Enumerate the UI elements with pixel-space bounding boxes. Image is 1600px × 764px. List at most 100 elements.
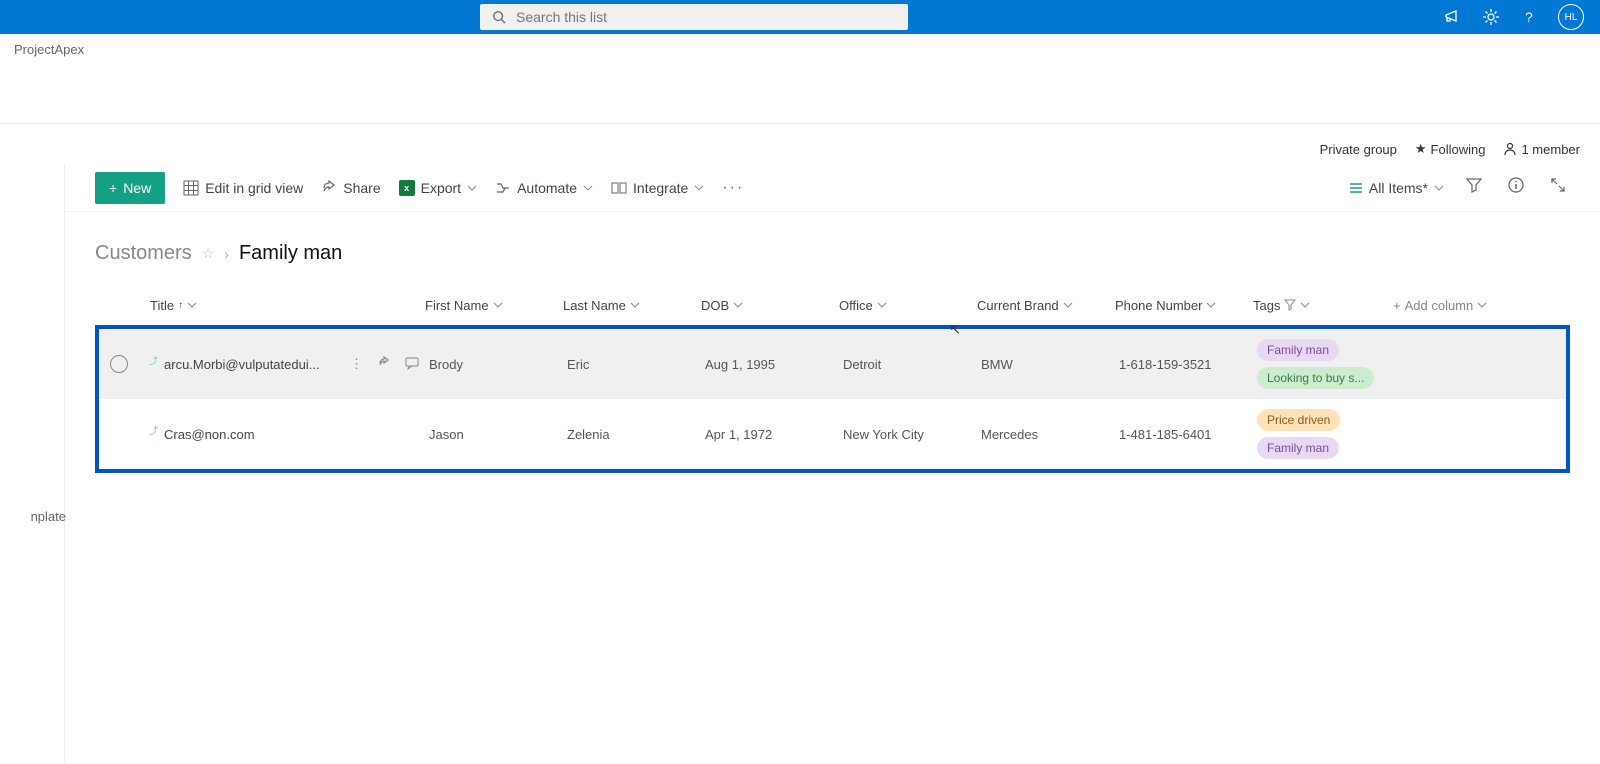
filter-icon: [1466, 177, 1482, 193]
private-group-label: Private group: [1320, 142, 1397, 157]
cell-office: New York City: [843, 399, 981, 469]
tag-pill[interactable]: Price driven: [1257, 409, 1340, 431]
chevron-down-icon: [467, 183, 477, 193]
chevron-down-icon: [694, 183, 704, 193]
svg-text:?: ?: [1525, 9, 1533, 25]
column-header-brand[interactable]: Current Brand: [977, 298, 1115, 313]
chevron-down-icon: [630, 300, 640, 310]
add-column-button[interactable]: + Add column: [1393, 298, 1570, 313]
more-row-actions[interactable]: ⋮: [350, 356, 363, 373]
table-header: Title ↑ First Name Last Name DOB O: [95, 285, 1570, 325]
info-icon: [1508, 177, 1524, 193]
cell-phone: 1-618-159-3521: [1119, 329, 1257, 399]
help-icon[interactable]: ?: [1520, 8, 1538, 26]
cell-last-name: Zelenia: [567, 399, 705, 469]
column-header-dob[interactable]: DOB: [701, 298, 839, 313]
column-header-first-name[interactable]: First Name: [425, 298, 563, 313]
comment-icon[interactable]: [405, 356, 419, 373]
search-icon: [492, 10, 506, 24]
column-header-office[interactable]: Office: [839, 298, 977, 313]
expand-icon: [1550, 177, 1566, 193]
plus-icon: +: [109, 180, 117, 196]
column-header-last-name[interactable]: Last Name: [563, 298, 701, 313]
cell-title[interactable]: ⤴ arcu.Morbi@vulputatedui... ⋮: [139, 329, 429, 399]
list-lines-icon: [1349, 181, 1363, 195]
cell-brand: BMW: [981, 329, 1119, 399]
chevron-down-icon: [1477, 300, 1487, 310]
new-button[interactable]: + New: [95, 172, 165, 204]
filter-button[interactable]: [1462, 173, 1486, 202]
row-select[interactable]: [110, 355, 128, 373]
cell-last-name: Eric: [567, 329, 705, 399]
cell-first-name: Jason: [429, 399, 567, 469]
edit-grid-button[interactable]: Edit in grid view: [183, 180, 303, 196]
cell-tags: Family man Looking to buy s...: [1257, 329, 1397, 399]
page-meta: Private group ★ Following 1 member: [0, 124, 1600, 164]
expand-button[interactable]: [1546, 173, 1570, 202]
open-item-icon[interactable]: [377, 356, 391, 373]
cell-tags: Price driven Family man: [1257, 399, 1397, 469]
breadcrumb: Customers ☆ › Family man: [65, 212, 1600, 285]
link-indicator-icon: ⤴: [149, 424, 158, 437]
breadcrumb-current: Family man: [239, 242, 342, 265]
more-actions-button[interactable]: ···: [722, 179, 744, 197]
left-gutter-text: nplate: [31, 509, 66, 524]
chevron-down-icon: [583, 183, 593, 193]
cell-first-name: Brody: [429, 329, 567, 399]
info-button[interactable]: [1504, 173, 1528, 202]
chevron-down-icon: [1300, 300, 1310, 310]
table-row[interactable]: ⤴ arcu.Morbi@vulputatedui... ⋮ Br: [99, 329, 1566, 399]
automate-button[interactable]: Automate: [495, 180, 593, 196]
export-button[interactable]: x Export: [399, 180, 477, 196]
grid-icon: [183, 180, 199, 196]
star-icon: ★: [1415, 141, 1427, 157]
cell-title[interactable]: ⤴ Cras@non.com: [139, 399, 429, 469]
cell-office: Detroit ↖: [843, 329, 981, 399]
chevron-down-icon: [1206, 300, 1216, 310]
view-selector[interactable]: All Items*: [1349, 180, 1444, 196]
chevron-down-icon: [733, 300, 743, 310]
chevron-down-icon: [1063, 300, 1073, 310]
tag-pill[interactable]: Family man: [1257, 437, 1339, 459]
plus-icon: +: [1393, 298, 1401, 313]
top-bar: ? HL: [0, 0, 1600, 34]
tag-pill[interactable]: Looking to buy s...: [1257, 367, 1374, 389]
table-body-highlighted: ⤴ arcu.Morbi@vulputatedui... ⋮ Br: [95, 325, 1570, 473]
column-header-tags[interactable]: Tags: [1253, 298, 1393, 313]
mouse-cursor-icon: ↖: [949, 321, 961, 338]
search-box[interactable]: [480, 4, 908, 30]
cell-dob: Apr 1, 1972: [705, 399, 843, 469]
gear-icon[interactable]: [1482, 8, 1500, 26]
list-table: Title ↑ First Name Last Name DOB O: [65, 285, 1600, 473]
table-row[interactable]: ⤴ Cras@non.com Jason Zelenia Apr 1, 1972…: [99, 399, 1566, 469]
cell-dob: Aug 1, 1995: [705, 329, 843, 399]
cell-brand: Mercedes: [981, 399, 1119, 469]
excel-icon: x: [399, 180, 415, 196]
cell-phone: 1-481-185-6401: [1119, 399, 1257, 469]
megaphone-icon[interactable]: [1444, 8, 1462, 26]
chevron-down-icon: [877, 300, 887, 310]
chevron-down-icon: [493, 300, 503, 310]
column-header-title[interactable]: Title ↑: [135, 298, 425, 313]
column-header-phone[interactable]: Phone Number: [1115, 298, 1253, 313]
share-button[interactable]: Share: [321, 180, 380, 196]
site-bar: ProjectApex: [0, 34, 1600, 124]
chevron-down-icon: [187, 300, 197, 310]
chevron-down-icon: [1434, 183, 1444, 193]
tag-pill[interactable]: Family man: [1257, 339, 1339, 361]
members-link[interactable]: 1 member: [1503, 142, 1580, 157]
chevron-right-icon: ›: [224, 246, 229, 262]
avatar[interactable]: HL: [1558, 4, 1584, 30]
integrate-button[interactable]: Integrate: [611, 180, 704, 196]
search-input[interactable]: [516, 9, 896, 25]
link-indicator-icon: ⤴: [149, 354, 158, 367]
flow-icon: [495, 180, 511, 196]
following-toggle[interactable]: ★ Following: [1415, 141, 1486, 157]
command-bar: + New Edit in grid view Share x Export A…: [65, 164, 1600, 212]
share-icon: [321, 180, 337, 196]
person-icon: [1503, 142, 1517, 156]
breadcrumb-parent[interactable]: Customers: [95, 242, 192, 265]
filter-applied-icon: [1284, 299, 1296, 311]
left-nav-gutter: nplate: [0, 164, 65, 764]
favorite-star-icon[interactable]: ☆: [202, 245, 215, 262]
